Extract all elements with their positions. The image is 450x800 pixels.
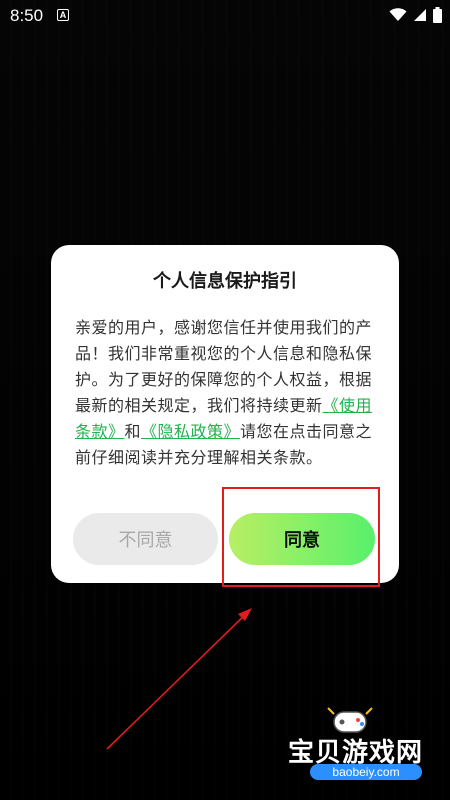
watermark: 宝贝游戏网 baobeiy.com: [288, 702, 438, 792]
watermark-subtitle: baobeiy.com: [310, 764, 422, 780]
annotation-arrow-icon: [106, 608, 252, 750]
